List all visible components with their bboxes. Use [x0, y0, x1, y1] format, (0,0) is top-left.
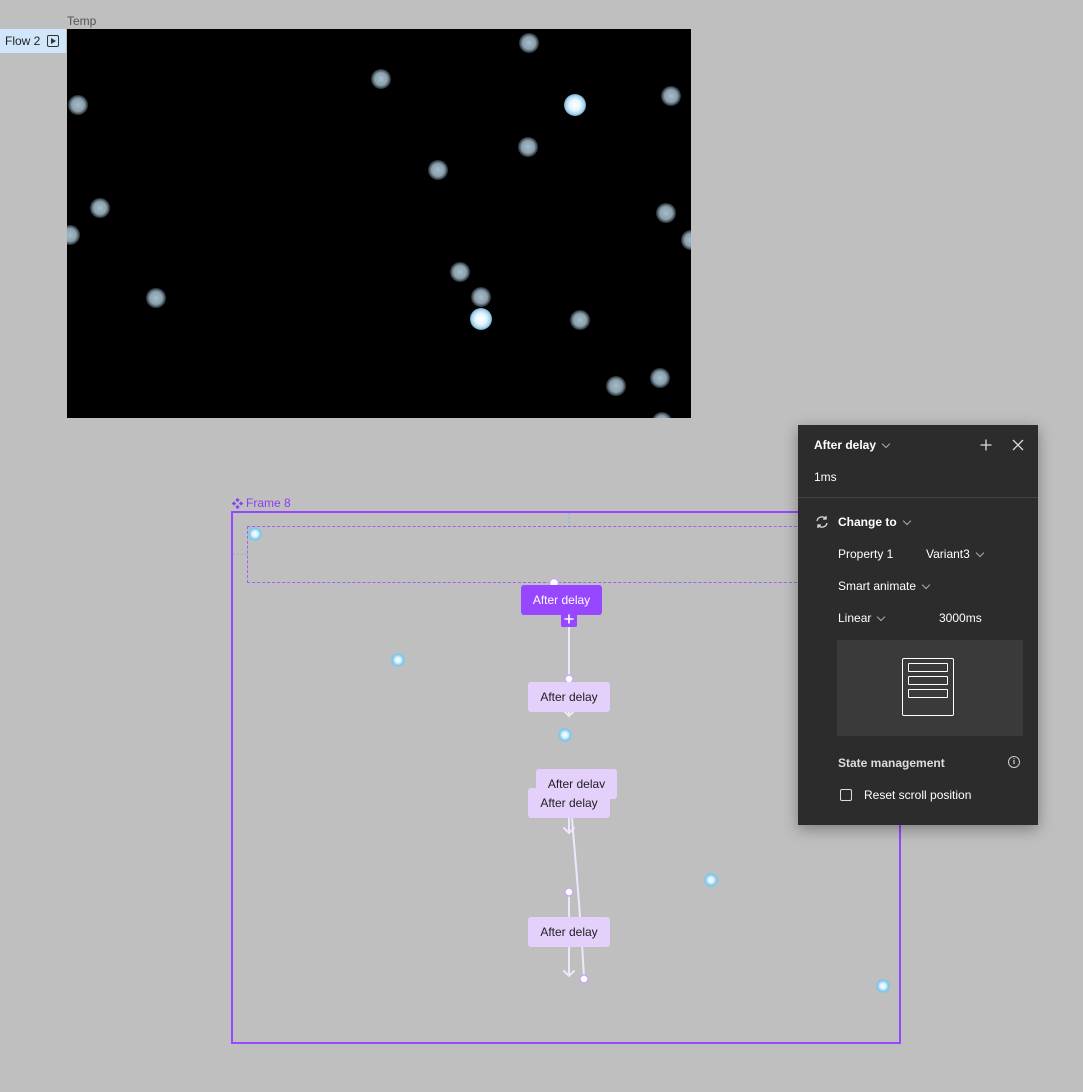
add-interaction-button[interactable] [561, 611, 577, 627]
animation-preview [837, 640, 1023, 736]
state-management-heading: State management [838, 755, 945, 771]
interaction-node-4[interactable]: After delay [528, 788, 610, 818]
delay-value: 1ms [814, 470, 837, 484]
info-icon[interactable]: i [1008, 756, 1020, 768]
preview-bar [908, 689, 948, 698]
easing-dropdown[interactable]: Linear [838, 610, 886, 626]
duration-value: 3000ms [939, 611, 982, 625]
plus-icon [980, 439, 992, 451]
delay-input[interactable]: 1ms [814, 469, 837, 485]
reset-scroll-checkbox[interactable] [840, 789, 852, 801]
animation-label: Smart animate [838, 579, 917, 593]
duration-input[interactable]: 3000ms [939, 610, 982, 626]
interaction-node-2[interactable]: After delay [528, 682, 610, 712]
easing-label: Linear [838, 611, 872, 625]
property-name-label: Property 1 [838, 547, 894, 561]
state-management-label: State management [838, 756, 945, 770]
chevron-down-icon [881, 439, 891, 448]
reset-scroll-checkbox-row[interactable]: Reset scroll position [840, 787, 971, 803]
add-action-button[interactable] [978, 437, 994, 453]
interaction-details-panel: After delay 1ms Change to Property 1 Var… [798, 425, 1038, 825]
preview-bar [908, 663, 948, 672]
swap-icon [816, 516, 828, 528]
trigger-label: After delay [814, 438, 877, 452]
chevron-down-icon [921, 580, 931, 589]
trigger-dropdown[interactable]: After delay [814, 437, 891, 453]
reset-scroll-label: Reset scroll position [864, 788, 972, 802]
property-value-dropdown[interactable]: Variant3 [926, 546, 985, 562]
property-value-label: Variant3 [926, 547, 970, 561]
interaction-node-5[interactable]: After delay [528, 917, 610, 947]
action-dropdown[interactable]: Change to [814, 514, 911, 530]
close-icon [1012, 439, 1024, 451]
action-label: Change to [838, 515, 897, 529]
property-name: Property 1 [838, 546, 893, 562]
device-preview-icon [902, 658, 954, 716]
animation-dropdown[interactable]: Smart animate [838, 578, 931, 594]
chevron-down-icon [902, 516, 911, 525]
chevron-down-icon [877, 612, 886, 621]
divider [798, 497, 1038, 498]
chevron-down-icon [975, 548, 985, 557]
close-button[interactable] [1010, 437, 1026, 453]
preview-bar [908, 676, 948, 685]
plus-icon [564, 614, 574, 624]
